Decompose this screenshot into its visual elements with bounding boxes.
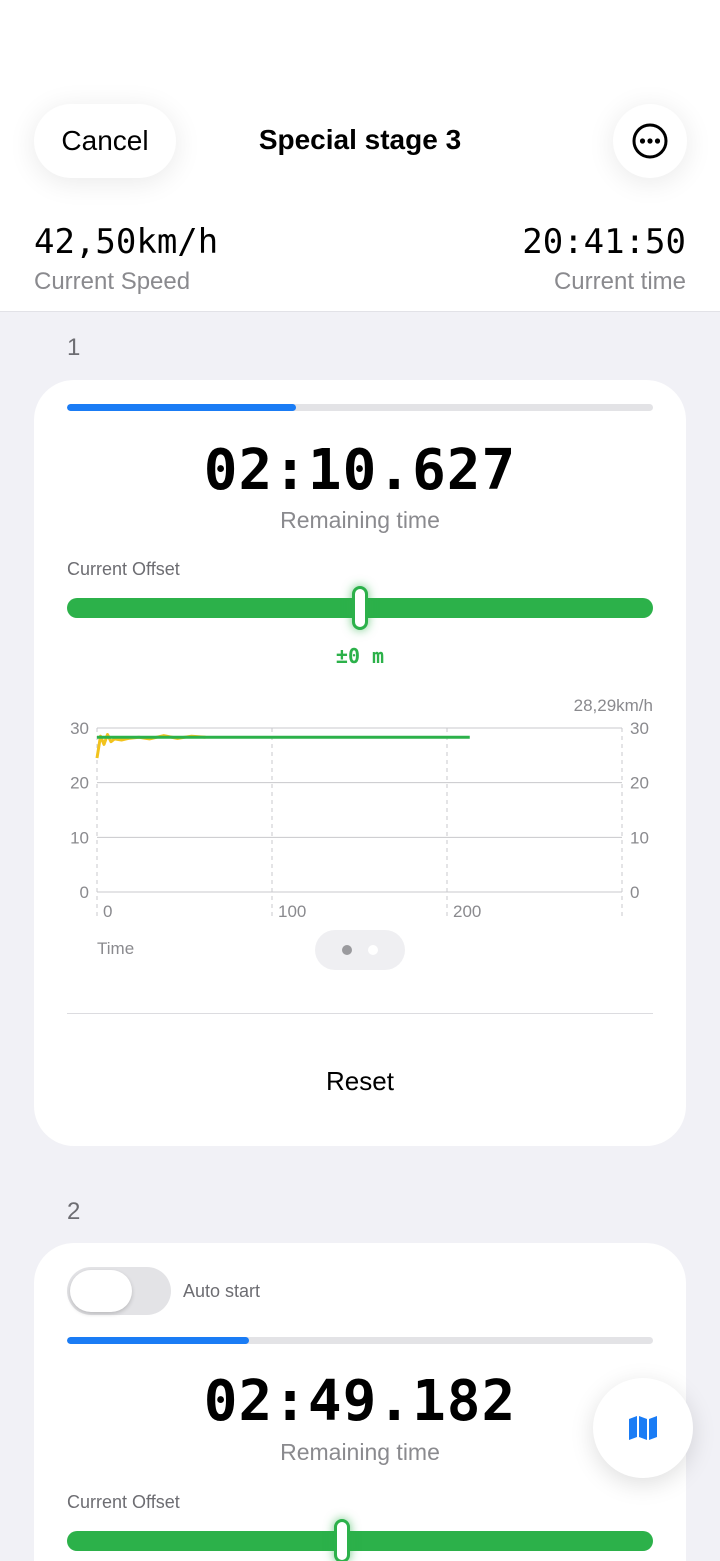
map-icon [629, 1416, 657, 1440]
y-tick-label-right: 0 [630, 883, 639, 902]
reset-button[interactable]: Reset [34, 1066, 686, 1097]
page-indicator[interactable] [315, 930, 405, 970]
stage-number: 2 [67, 1198, 81, 1225]
stage-number: 1 [67, 334, 81, 361]
stage-progress-bar [67, 404, 653, 411]
top-bar: Cancel Special stage 3 42,50km/h Current… [0, 0, 720, 312]
stage-progress-fill [67, 1337, 249, 1344]
stage-progress-bar [67, 1337, 653, 1344]
stage-card: Auto start 02:49.182 Remaining time Curr… [34, 1243, 686, 1561]
offset-value: ±0 m [335, 644, 385, 668]
remaining-time-label: Remaining time [280, 507, 440, 533]
page-dot[interactable] [368, 945, 378, 955]
x-tick-label: 100 [278, 902, 306, 921]
offset-slider-thumb[interactable] [334, 1519, 351, 1561]
y-tick-label-left: 10 [70, 828, 89, 847]
map-button[interactable] [593, 1378, 693, 1478]
x-tick-label: 0 [103, 902, 112, 921]
offset-slider[interactable] [67, 1519, 653, 1561]
remaining-time-value: 02:49.182 [203, 1369, 517, 1434]
toggle-knob [70, 1270, 132, 1312]
ellipsis-circle-icon [632, 123, 668, 159]
y-tick-label-left: 0 [80, 883, 89, 902]
current-time-label: Current time [553, 268, 686, 295]
x-tick-label: 200 [453, 902, 481, 921]
more-options-button[interactable] [613, 104, 687, 178]
current-speed-label: Current Speed [34, 268, 191, 295]
page-title: Special stage 3 [258, 124, 462, 155]
offset-slider-thumb[interactable] [352, 586, 368, 630]
stage-card: 02:10.627 Remaining time Current Offset … [34, 380, 686, 1146]
current-time-value: 20:41:50 [522, 222, 686, 262]
x-axis-label: Time [97, 939, 134, 958]
offset-slider[interactable] [67, 586, 653, 630]
current-offset-label: Current Offset [67, 1492, 180, 1512]
auto-start-toggle[interactable] [67, 1267, 171, 1315]
remaining-time-label: Remaining time [280, 1439, 440, 1465]
divider [67, 1013, 653, 1014]
current-offset-label: Current Offset [67, 559, 180, 579]
y-tick-label-left: 30 [70, 719, 89, 738]
y-tick-label-right: 10 [630, 828, 649, 847]
page-dot-active[interactable] [342, 945, 352, 955]
stage-progress-fill [67, 404, 296, 411]
current-speed-value: 42,50km/h [34, 222, 219, 262]
y-tick-label-left: 20 [70, 774, 89, 793]
auto-start-label: Auto start [183, 1281, 261, 1301]
y-tick-label-right: 30 [630, 719, 649, 738]
speed-readout: 28,29km/h [574, 696, 653, 715]
remaining-time-value: 02:10.627 [203, 438, 517, 503]
y-tick-label-right: 20 [630, 774, 649, 793]
